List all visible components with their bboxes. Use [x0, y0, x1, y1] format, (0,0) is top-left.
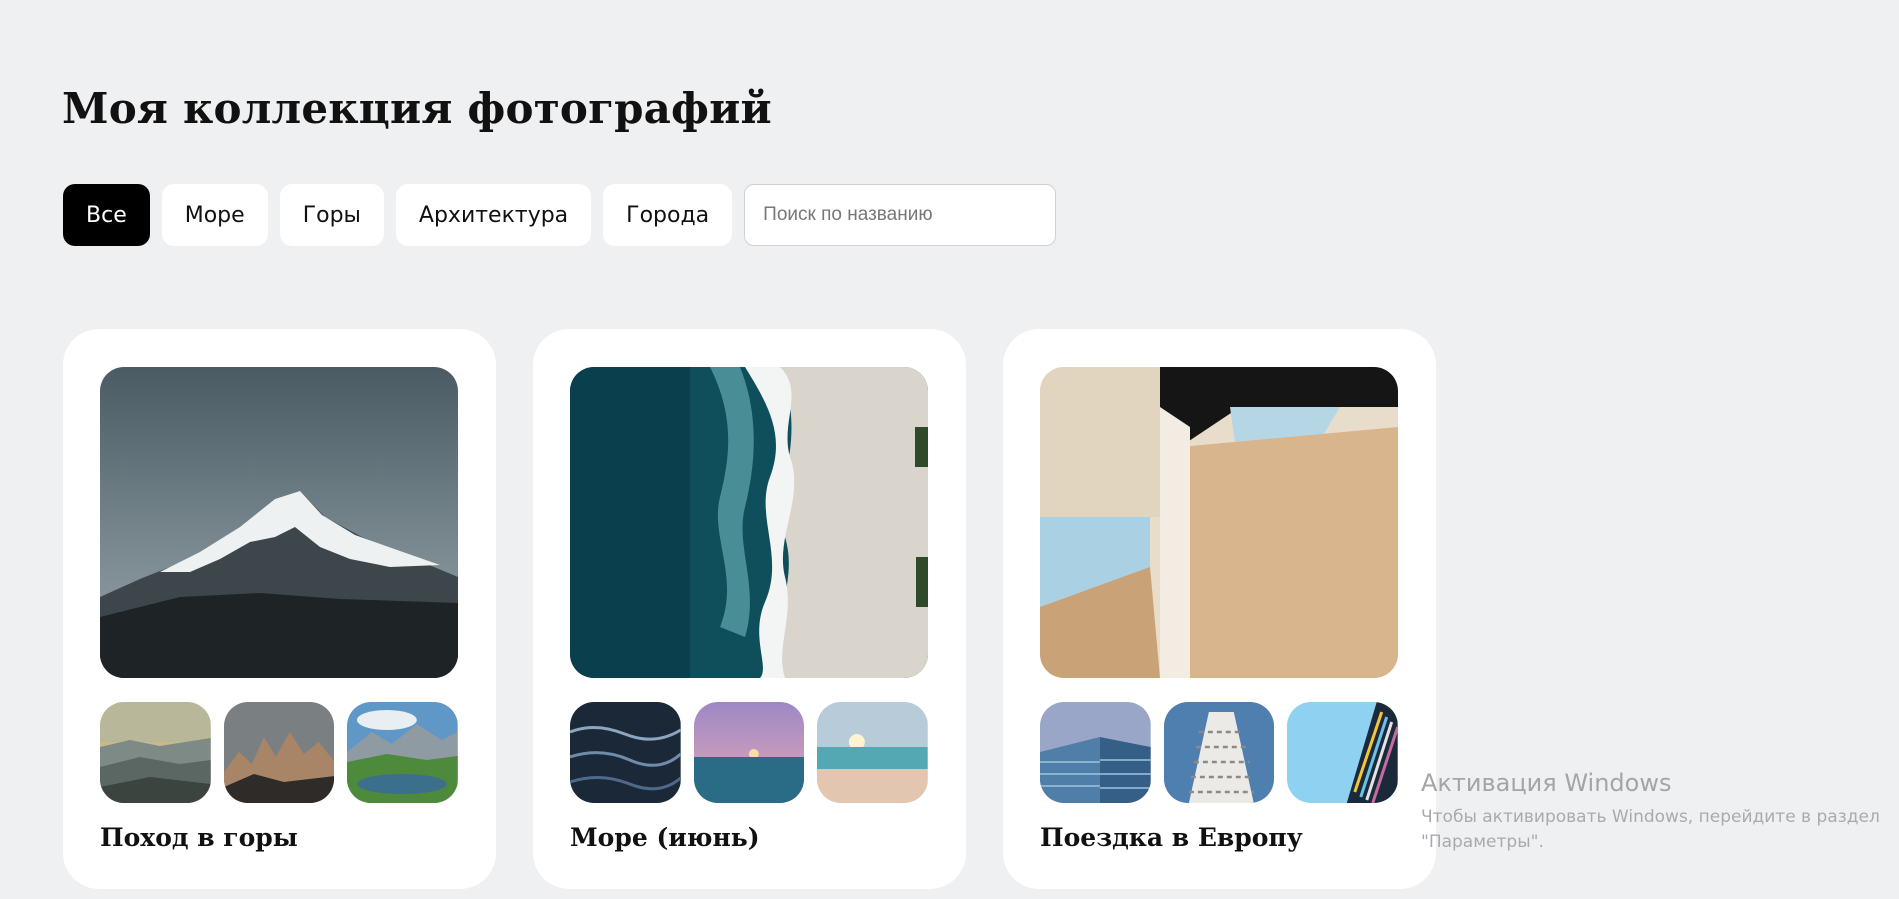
thumbnail-photo[interactable] [693, 702, 805, 803]
thumbnail-photo[interactable] [1040, 702, 1151, 803]
album-grid: Поход в горы Море (июнь) Поездка в Европ… [63, 329, 1436, 889]
filter-bar: Все Море Горы Архитектура Города [63, 184, 1057, 246]
album-title: Поход в горы [100, 823, 298, 852]
filter-sea-button[interactable]: Море [161, 184, 268, 246]
filter-cities-button[interactable]: Города [603, 184, 733, 246]
search-input[interactable] [744, 184, 1057, 246]
filter-architecture-button[interactable]: Архитектура [395, 184, 592, 246]
album-thumbnails [100, 702, 459, 803]
album-cover-photo[interactable] [1040, 367, 1398, 678]
album-cover-photo[interactable] [570, 367, 928, 678]
thumbnail-photo[interactable] [347, 702, 459, 803]
album-thumbnails [570, 702, 929, 803]
windows-activation-watermark: Активация Windows Чтобы активировать Win… [1421, 769, 1880, 855]
watermark-line-1: Чтобы активировать Windows, перейдите в … [1421, 807, 1880, 827]
thumbnail-photo[interactable] [817, 702, 929, 803]
watermark-title: Активация Windows [1421, 769, 1672, 797]
filter-all-button[interactable]: Все [63, 184, 150, 246]
thumbnail-photo[interactable] [570, 702, 681, 803]
album-title: Поездка в Европу [1040, 823, 1303, 852]
album-title: Море (июнь) [570, 823, 760, 852]
filter-mountains-button[interactable]: Горы [279, 184, 384, 246]
watermark-line-2: "Параметры". [1421, 832, 1544, 852]
thumbnail-photo[interactable] [223, 702, 335, 803]
album-cover-photo[interactable] [100, 367, 458, 678]
album-card-mountains[interactable]: Поход в горы [63, 329, 496, 889]
thumbnail-photo[interactable] [1163, 702, 1275, 803]
thumbnail-photo[interactable] [1287, 702, 1399, 803]
watermark-text: Чтобы активировать Windows, перейдите в … [1421, 805, 1880, 855]
thumbnail-photo[interactable] [100, 702, 211, 803]
page-title: Моя коллекция фотографий [62, 84, 772, 133]
album-card-sea[interactable]: Море (июнь) [533, 329, 966, 889]
album-thumbnails [1040, 702, 1399, 803]
album-card-europe[interactable]: Поездка в Европу [1003, 329, 1436, 889]
